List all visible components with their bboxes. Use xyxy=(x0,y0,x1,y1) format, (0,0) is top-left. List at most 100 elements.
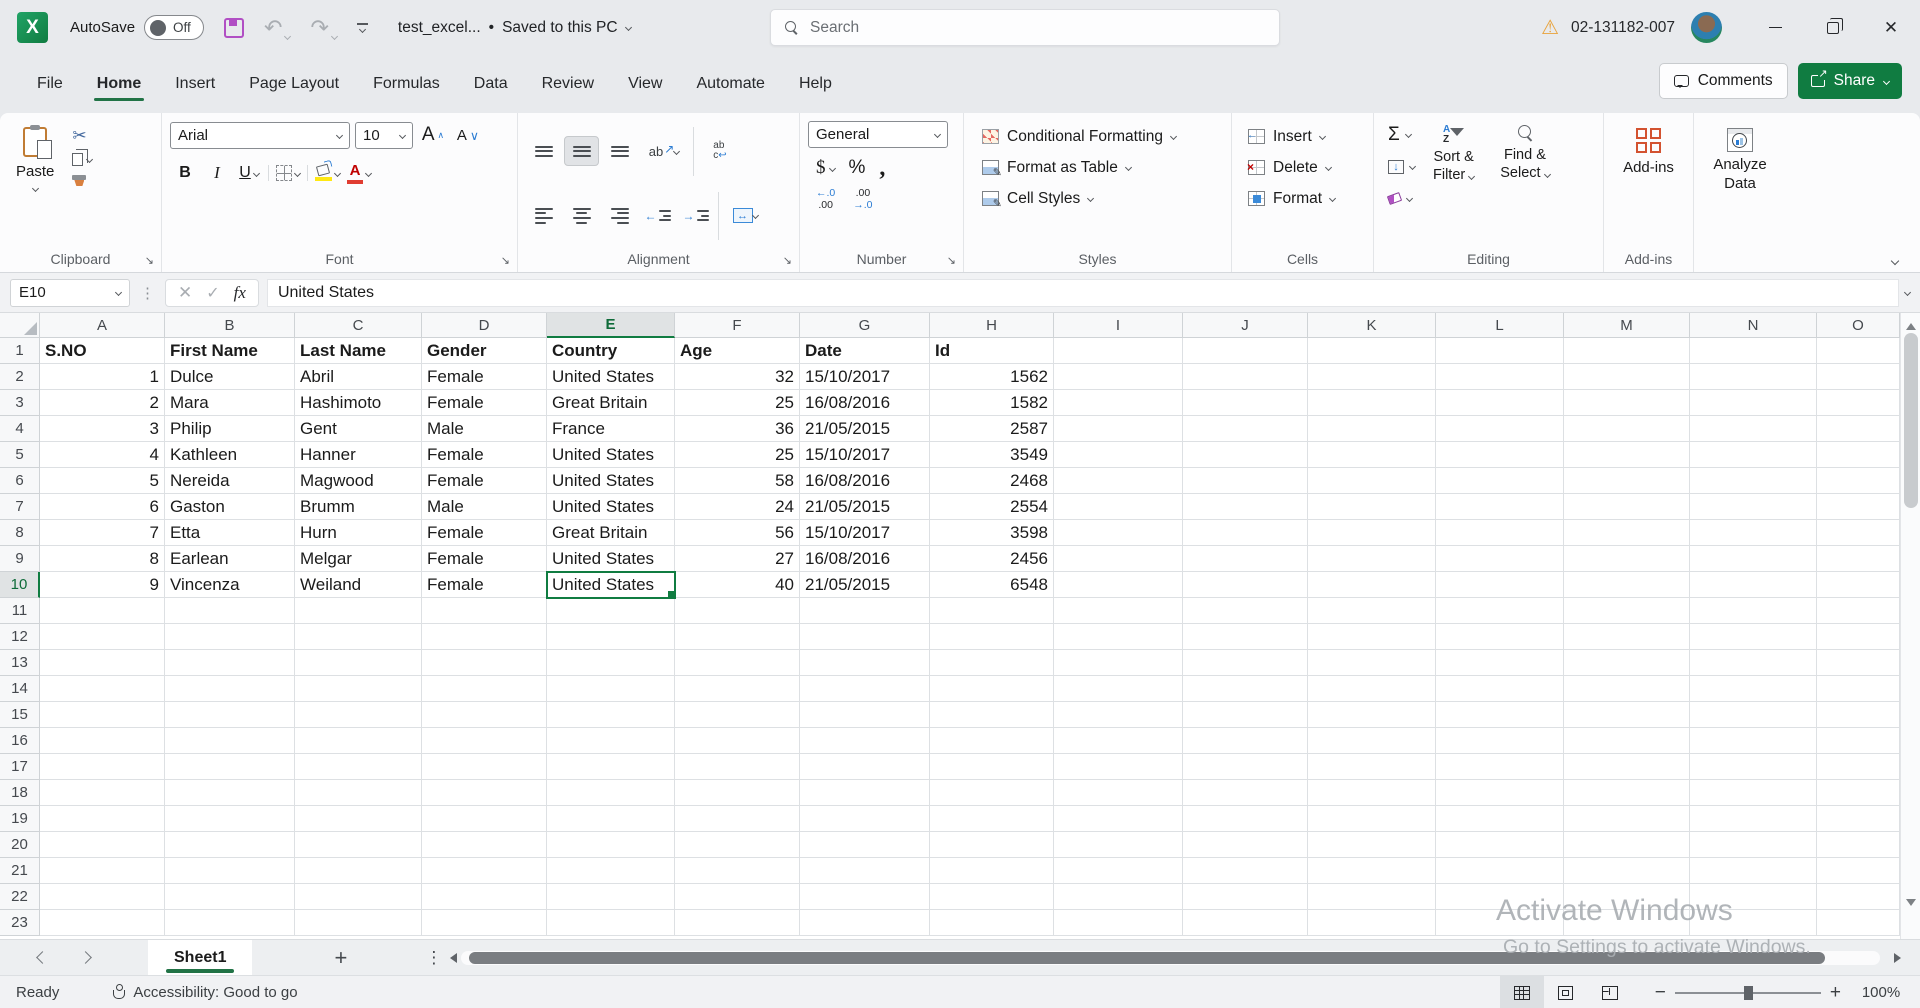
comments-button[interactable]: Comments xyxy=(1659,63,1788,99)
column-header-J[interactable]: J xyxy=(1183,313,1308,338)
cell-L12[interactable] xyxy=(1436,624,1564,650)
name-box-splitter[interactable]: ⋮ xyxy=(140,284,155,302)
cell-B19[interactable] xyxy=(165,806,295,832)
column-header-K[interactable]: K xyxy=(1308,313,1436,338)
font-dialog-launcher-icon[interactable]: ↘ xyxy=(501,254,510,267)
cell-A11[interactable] xyxy=(40,598,165,624)
cell-G5[interactable]: 15/10/2017 xyxy=(800,442,930,468)
font-family-select[interactable]: Arial xyxy=(170,122,350,149)
cell-I3[interactable] xyxy=(1054,390,1183,416)
cell-N5[interactable] xyxy=(1690,442,1817,468)
cell-H4[interactable]: 2587 xyxy=(930,416,1054,442)
cell-E12[interactable] xyxy=(547,624,675,650)
column-header-D[interactable]: D xyxy=(422,313,547,338)
minimize-button[interactable] xyxy=(1746,0,1804,55)
row-header-7[interactable]: 7 xyxy=(0,494,40,520)
restore-button[interactable] xyxy=(1804,0,1862,55)
number-format-select[interactable]: General xyxy=(808,121,948,148)
cell-K8[interactable] xyxy=(1308,520,1436,546)
cell-N10[interactable] xyxy=(1690,572,1817,598)
cell-D14[interactable] xyxy=(422,676,547,702)
cell-M15[interactable] xyxy=(1564,702,1690,728)
zoom-in-button[interactable]: + xyxy=(1821,982,1850,1004)
format-painter-icon[interactable] xyxy=(72,175,86,180)
cell-D6[interactable]: Female xyxy=(422,468,547,494)
cell-H14[interactable] xyxy=(930,676,1054,702)
cell-A17[interactable] xyxy=(40,754,165,780)
cell-C4[interactable]: Gent xyxy=(295,416,422,442)
cell-G20[interactable] xyxy=(800,832,930,858)
cell-B8[interactable]: Etta xyxy=(165,520,295,546)
cell-N13[interactable] xyxy=(1690,650,1817,676)
cell-A16[interactable] xyxy=(40,728,165,754)
underline-button[interactable]: U xyxy=(234,159,264,187)
cell-F9[interactable]: 27 xyxy=(675,546,800,572)
cell-B15[interactable] xyxy=(165,702,295,728)
column-header-N[interactable]: N xyxy=(1690,313,1817,338)
cell-N6[interactable] xyxy=(1690,468,1817,494)
cell-C15[interactable] xyxy=(295,702,422,728)
cell-C3[interactable]: Hashimoto xyxy=(295,390,422,416)
top-align-button[interactable] xyxy=(526,136,561,166)
cell-N7[interactable] xyxy=(1690,494,1817,520)
cell-C7[interactable]: Brumm xyxy=(295,494,422,520)
column-header-I[interactable]: I xyxy=(1054,313,1183,338)
cell-A6[interactable]: 5 xyxy=(40,468,165,494)
cell-M16[interactable] xyxy=(1564,728,1690,754)
cell-M22[interactable] xyxy=(1564,884,1690,910)
cell-E1[interactable]: Country xyxy=(547,338,675,364)
cell-D15[interactable] xyxy=(422,702,547,728)
cell-N23[interactable] xyxy=(1690,910,1817,936)
cell-D7[interactable]: Male xyxy=(422,494,547,520)
cell-E2[interactable]: United States xyxy=(547,364,675,390)
cell-O3[interactable] xyxy=(1817,390,1900,416)
redo-button[interactable]: ↷ xyxy=(310,17,336,39)
cell-K1[interactable] xyxy=(1308,338,1436,364)
cell-O2[interactable] xyxy=(1817,364,1900,390)
cell-M10[interactable] xyxy=(1564,572,1690,598)
column-header-O[interactable]: O xyxy=(1817,313,1900,338)
cell-H11[interactable] xyxy=(930,598,1054,624)
cell-A15[interactable] xyxy=(40,702,165,728)
cell-D5[interactable]: Female xyxy=(422,442,547,468)
cell-F18[interactable] xyxy=(675,780,800,806)
cell-I21[interactable] xyxy=(1054,858,1183,884)
cell-H18[interactable] xyxy=(930,780,1054,806)
tab-home[interactable]: Home xyxy=(80,64,158,104)
cell-L23[interactable] xyxy=(1436,910,1564,936)
row-header-15[interactable]: 15 xyxy=(0,702,40,728)
cell-A7[interactable]: 6 xyxy=(40,494,165,520)
cell-K4[interactable] xyxy=(1308,416,1436,442)
document-title[interactable]: test_excel... • Saved to this PC xyxy=(398,19,631,37)
cell-E10[interactable]: United States xyxy=(547,572,675,598)
column-header-L[interactable]: L xyxy=(1436,313,1564,338)
cell-F10[interactable]: 40 xyxy=(675,572,800,598)
cell-O20[interactable] xyxy=(1817,832,1900,858)
cell-L17[interactable] xyxy=(1436,754,1564,780)
cell-I23[interactable] xyxy=(1054,910,1183,936)
cell-A19[interactable] xyxy=(40,806,165,832)
cell-A18[interactable] xyxy=(40,780,165,806)
cell-F23[interactable] xyxy=(675,910,800,936)
cell-D1[interactable]: Gender xyxy=(422,338,547,364)
cell-G23[interactable] xyxy=(800,910,930,936)
cell-L20[interactable] xyxy=(1436,832,1564,858)
cell-E9[interactable]: United States xyxy=(547,546,675,572)
cell-K3[interactable] xyxy=(1308,390,1436,416)
row-header-10[interactable]: 10 xyxy=(0,572,40,598)
cell-K14[interactable] xyxy=(1308,676,1436,702)
sheet-tab-sheet1[interactable]: Sheet1 xyxy=(148,940,252,976)
row-header-2[interactable]: 2 xyxy=(0,364,40,390)
previous-sheet-icon[interactable] xyxy=(36,951,49,964)
accounting-format-button[interactable]: $ xyxy=(816,157,835,179)
close-button[interactable]: ✕ xyxy=(1862,0,1920,55)
search-input[interactable]: Search xyxy=(770,9,1280,46)
cell-D3[interactable]: Female xyxy=(422,390,547,416)
autosave-toggle[interactable]: Off xyxy=(144,15,204,40)
align-left-button[interactable] xyxy=(526,201,561,231)
cell-I9[interactable] xyxy=(1054,546,1183,572)
cell-G14[interactable] xyxy=(800,676,930,702)
cut-icon[interactable]: ✂ xyxy=(72,127,92,144)
cell-I5[interactable] xyxy=(1054,442,1183,468)
cell-O19[interactable] xyxy=(1817,806,1900,832)
